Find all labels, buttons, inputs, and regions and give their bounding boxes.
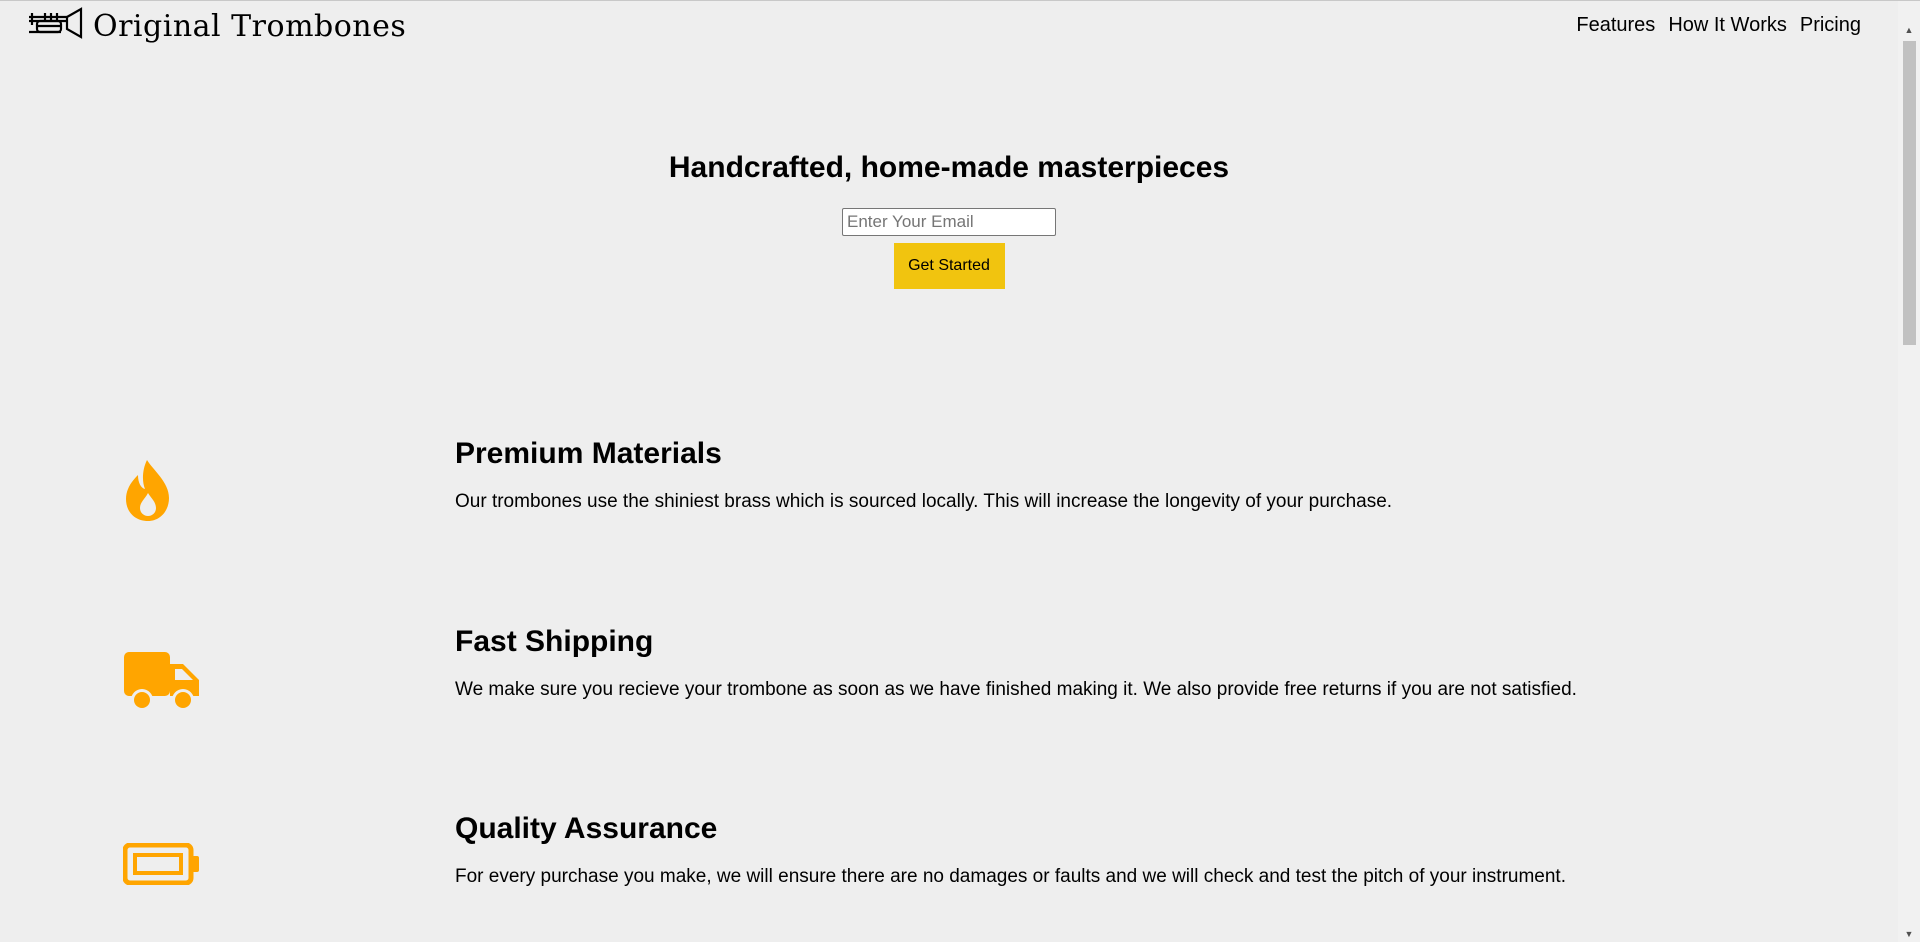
feature-text: Fast Shipping We make sure you recieve y… (455, 625, 1577, 701)
truck-icon (123, 650, 201, 717)
feature-title: Fast Shipping (455, 625, 654, 658)
trombone-icon (27, 7, 83, 46)
logo[interactable]: Original Trombones (27, 7, 406, 46)
brand-name: Original Trombones (93, 9, 407, 44)
site-header: Original Trombones Features How It Works… (0, 1, 1898, 49)
vertical-scrollbar[interactable]: ▲ ▼ (1898, 1, 1920, 942)
main-nav: Features How It Works Pricing (1576, 14, 1861, 37)
feature-text: Premium Materials Our trombones use the … (455, 437, 1392, 513)
page: Original Trombones Features How It Works… (0, 0, 1920, 942)
email-input[interactable] (842, 208, 1056, 236)
get-started-button[interactable]: Get Started (893, 243, 1005, 289)
hero-title: Handcrafted, home-made masterpieces (668, 151, 1230, 184)
scroll-down-arrow-icon[interactable]: ▼ (1898, 925, 1920, 942)
nav-link-pricing[interactable]: Pricing (1800, 14, 1861, 37)
scrollbar-thumb[interactable] (1903, 41, 1916, 345)
feature-description: We make sure you recieve your trombone a… (455, 679, 1577, 700)
feature-description: For every purchase you make, we will ens… (455, 866, 1566, 887)
battery-icon (122, 842, 201, 890)
fire-icon (123, 460, 173, 527)
feature-title: Quality Assurance (455, 812, 718, 845)
hero-section: Handcrafted, home-made masterpieces Get … (0, 151, 1898, 289)
feature-title: Premium Materials (455, 437, 722, 470)
nav-link-features[interactable]: Features (1576, 14, 1655, 37)
scroll-up-arrow-icon[interactable]: ▲ (1898, 21, 1920, 39)
feature-text: Quality Assurance For every purchase you… (455, 812, 1566, 888)
feature-description: Our trombones use the shiniest brass whi… (455, 491, 1393, 512)
nav-link-how-it-works[interactable]: How It Works (1668, 14, 1787, 37)
